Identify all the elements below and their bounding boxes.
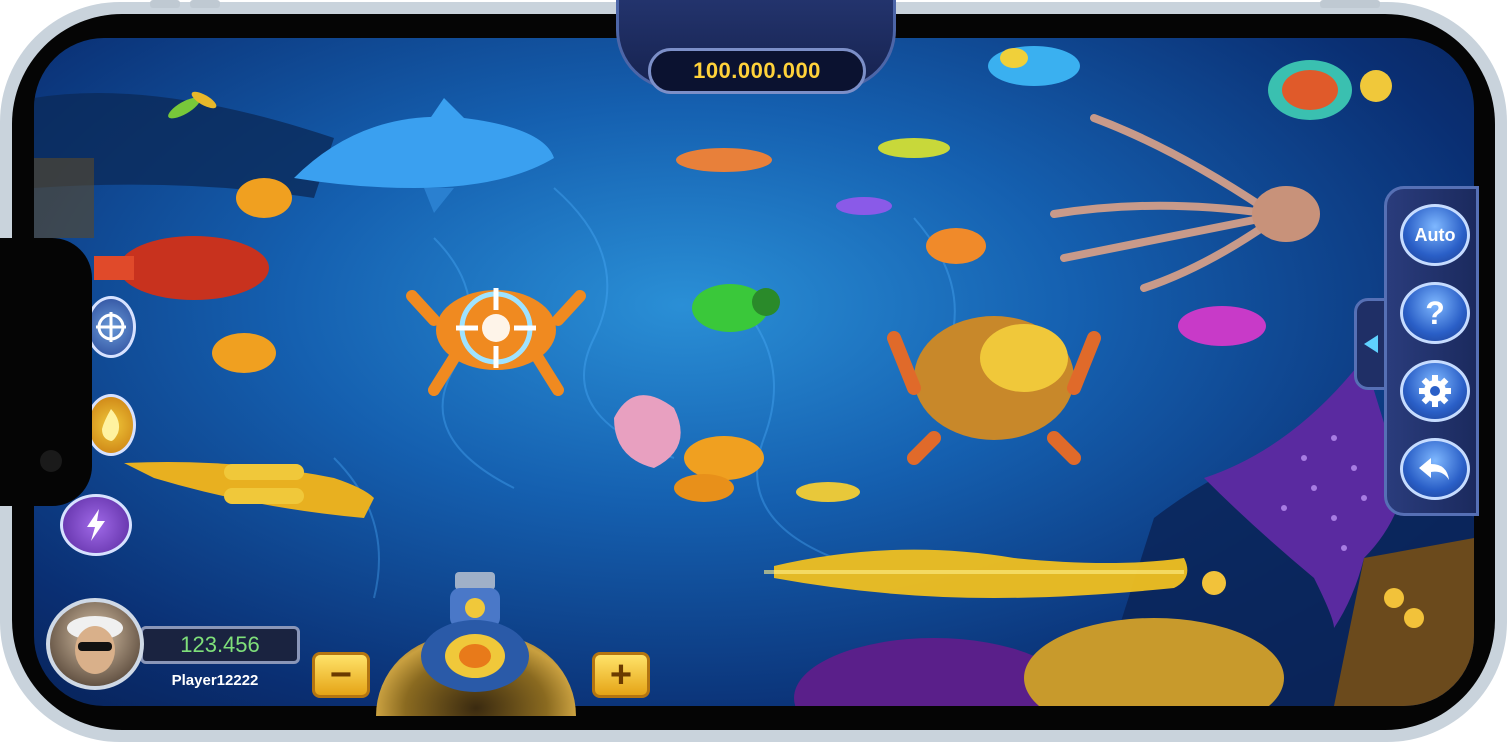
octopus[interactable] [1050, 114, 1273, 292]
help-glyph: ? [1425, 294, 1445, 331]
crosshair-icon [96, 312, 126, 342]
gear-icon [1419, 375, 1451, 407]
player-name: Player12222 [171, 672, 259, 689]
water-caustics [333, 187, 956, 599]
menu-collapse-tab[interactable] [1354, 298, 1388, 390]
clownfish[interactable] [926, 228, 986, 264]
help-button[interactable]: ? [1400, 282, 1470, 344]
increase-bet-button[interactable]: + [592, 652, 650, 698]
target-lock-button[interactable] [86, 296, 136, 358]
pink-fish[interactable] [1178, 306, 1266, 346]
octopus-head [1252, 186, 1320, 242]
gold-coin [1404, 608, 1424, 628]
golden-hammerhead-shark[interactable] [124, 462, 374, 518]
phone-side-button [190, 0, 220, 8]
jackpot-value: 100.000.000 [648, 48, 866, 94]
auto-button[interactable]: Auto [1400, 204, 1470, 266]
turtle[interactable] [1268, 60, 1392, 120]
fire-icon [102, 409, 120, 441]
front-camera [40, 450, 62, 472]
triangle-left-icon [1364, 335, 1378, 353]
lightning-icon [87, 509, 105, 541]
hermit-crab[interactable] [614, 395, 764, 502]
auto-button-label: Auto [1414, 224, 1456, 245]
gold-coin [1202, 571, 1226, 595]
player-avatar[interactable] [46, 598, 144, 690]
orange-fish[interactable] [676, 148, 772, 172]
striped-fish[interactable] [796, 482, 860, 502]
back-arrow-icon [1419, 458, 1449, 480]
game-screen[interactable] [34, 38, 1474, 706]
lightning-button[interactable] [60, 494, 132, 556]
phone-side-button [150, 0, 180, 8]
cannon[interactable] [410, 572, 540, 712]
phone-side-button [1320, 0, 1380, 8]
ocean-scene[interactable] [34, 38, 1474, 706]
treasure-crab[interactable] [887, 316, 1101, 465]
gold-coin [1384, 588, 1404, 608]
back-button[interactable] [1400, 438, 1470, 500]
fire-boost-button[interactable] [86, 394, 136, 456]
dolphin[interactable] [294, 98, 554, 213]
settings-button[interactable] [1400, 360, 1470, 422]
green-pufferfish[interactable] [692, 284, 780, 332]
yellow-fish[interactable] [878, 138, 950, 158]
purple-fish[interactable] [836, 197, 892, 215]
avatar-portrait [67, 616, 123, 674]
player-balance: 123.456 [140, 626, 300, 664]
golden-dragon[interactable] [764, 549, 1188, 598]
barrel [34, 158, 94, 238]
decrease-bet-button[interactable]: − [312, 652, 370, 698]
tropical-fish-top[interactable] [988, 46, 1080, 86]
